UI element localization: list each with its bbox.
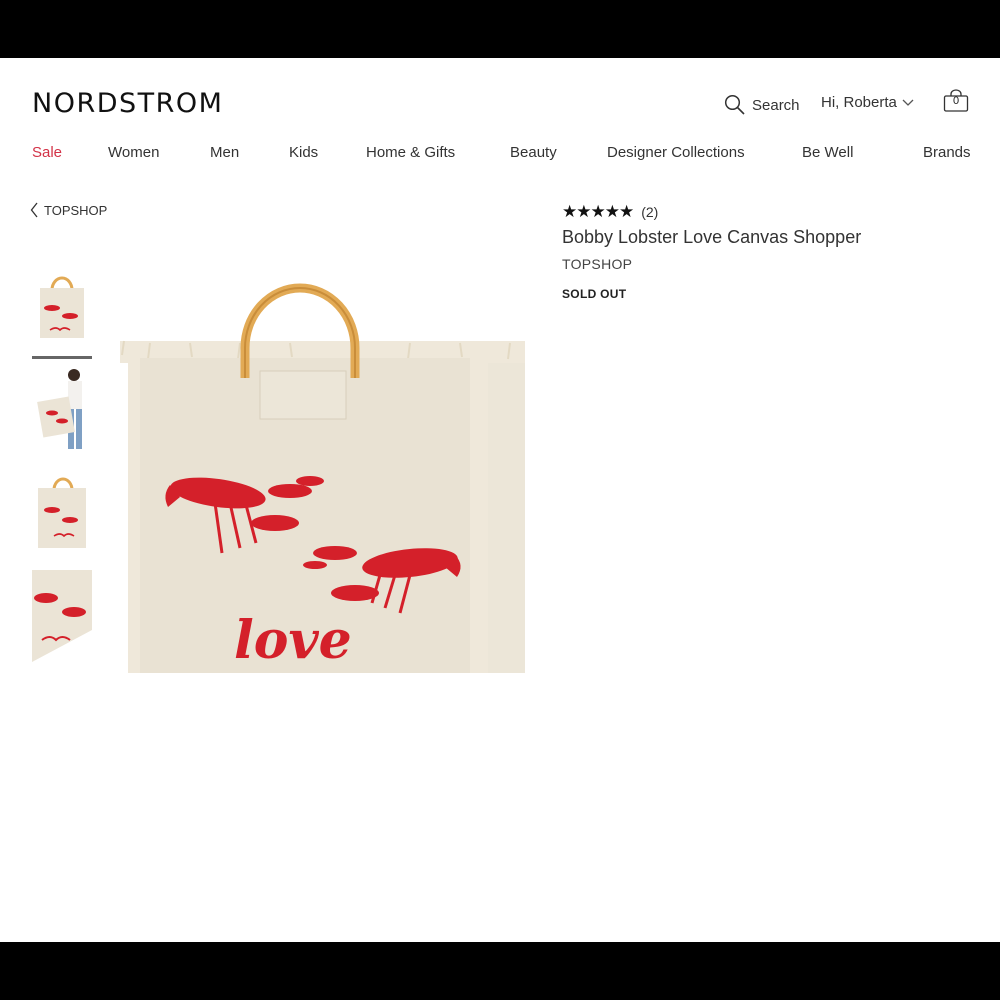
product-title: Bobby Lobster Love Canvas Shopper: [562, 227, 862, 247]
nav-item-beauty[interactable]: Beauty: [510, 144, 557, 161]
rating-summary[interactable]: ★★★★★ (2): [562, 203, 658, 220]
chevron-left-icon: [30, 202, 38, 218]
search-icon: [724, 94, 745, 115]
thumbnail-2-selected[interactable]: [32, 356, 92, 449]
rating-count: (2): [641, 203, 659, 220]
bag-love-text: love: [234, 610, 352, 671]
main-nav: Sale Women Men Kids Home & Gifts Beauty …: [0, 144, 1000, 164]
nav-item-designer-collections[interactable]: Designer Collections: [607, 144, 745, 161]
thumbnail-4[interactable]: [32, 570, 92, 662]
nav-item-sale[interactable]: Sale: [32, 144, 62, 161]
nav-item-kids[interactable]: Kids: [289, 144, 318, 161]
search-label: Search: [752, 96, 800, 114]
nav-item-women[interactable]: Women: [108, 144, 159, 161]
sold-out-status: SOLD OUT: [562, 287, 627, 301]
product-brand-link[interactable]: TOPSHOP: [562, 256, 632, 272]
nav-item-men[interactable]: Men: [210, 144, 239, 161]
nav-item-be-well[interactable]: Be Well: [802, 144, 853, 161]
shopping-bag-button[interactable]: 0: [943, 89, 969, 113]
thumbnail-3[interactable]: [32, 468, 92, 560]
product-main-image[interactable]: love: [110, 263, 540, 683]
account-menu[interactable]: Hi, Roberta: [821, 94, 915, 111]
page-screen: NORDSTROM Search Hi, Roberta 0 Sale Wome…: [0, 58, 1000, 942]
account-greeting: Hi, Roberta: [821, 94, 897, 111]
thumbnail-1[interactable]: [32, 270, 92, 342]
rating-stars-icon: ★★★★★: [562, 202, 634, 221]
shopping-bag-icon: 0: [943, 89, 969, 113]
search-button[interactable]: Search: [724, 94, 800, 116]
bag-count: 0: [952, 95, 960, 107]
nordstrom-logo[interactable]: NORDSTROM: [32, 88, 223, 119]
chevron-down-icon: [902, 99, 914, 106]
breadcrumb-back-link[interactable]: TOPSHOP: [30, 202, 107, 218]
breadcrumb-label: TOPSHOP: [44, 202, 108, 218]
nav-item-home-gifts[interactable]: Home & Gifts: [366, 144, 455, 161]
nav-item-brands[interactable]: Brands: [923, 144, 971, 161]
